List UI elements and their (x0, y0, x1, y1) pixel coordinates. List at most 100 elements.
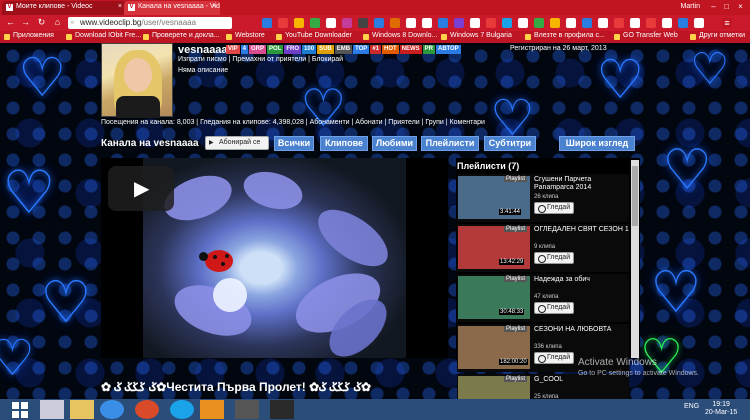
extension-icon[interactable] (566, 18, 576, 28)
extension-icon[interactable] (646, 18, 656, 28)
extension-icon[interactable] (310, 18, 320, 28)
playlist-clip-count: 336 клипа (534, 344, 562, 350)
channel-stats[interactable]: Посещения на канала: 8,003 | Гледания на… (101, 119, 485, 126)
extension-icon[interactable] (694, 18, 704, 28)
scroll-thumb[interactable] (632, 166, 638, 226)
bookmark-item[interactable]: GO Transfer Web (614, 32, 678, 40)
extension-icon[interactable] (486, 18, 496, 28)
extension-icon[interactable] (422, 18, 432, 28)
reload-icon[interactable]: ↻ (36, 17, 47, 28)
clock[interactable]: 19:19 20-Mar-15 (705, 401, 737, 417)
channel-avatar[interactable] (101, 43, 173, 118)
close-tab-icon[interactable]: × (212, 3, 216, 10)
home-icon[interactable]: ⌂ (52, 17, 63, 28)
watch-button[interactable]: Гледай (534, 352, 574, 364)
playlist-name[interactable]: Надежда за обич (534, 276, 629, 284)
bookmark-other[interactable]: Други отметки (690, 32, 745, 40)
extension-icon[interactable] (342, 18, 352, 28)
bookmark-apps[interactable]: Приложения (4, 32, 54, 40)
extension-icon[interactable] (502, 18, 512, 28)
heart-decoration-icon: ♡ (690, 44, 730, 95)
opera-icon[interactable] (135, 400, 159, 419)
bookmark-item[interactable]: Windows 7 Bulgaria (441, 32, 512, 40)
playlist-name[interactable]: Сгушени Парчета Panamparca 2014 (534, 176, 629, 192)
extension-icon[interactable] (278, 18, 288, 28)
extension-icon[interactable] (326, 18, 336, 28)
extension-icon[interactable] (262, 18, 272, 28)
folder-icon[interactable] (70, 400, 94, 419)
extension-icon[interactable] (534, 18, 544, 28)
extension-icon[interactable] (582, 18, 592, 28)
playlist-clip-count: 9 клипа (534, 244, 556, 250)
extension-icon[interactable] (550, 18, 560, 28)
playlist-name[interactable]: СЕЗОНИ НА ЛЮБОВТА (534, 326, 629, 334)
bookmark-item[interactable]: Webstore (226, 32, 265, 40)
close-window-icon[interactable]: × (733, 0, 748, 13)
flower-petal (239, 165, 307, 216)
tab-subtitles[interactable]: Субтитри (484, 136, 536, 151)
extension-icon[interactable] (438, 18, 448, 28)
extension-icon[interactable] (614, 18, 624, 28)
watch-button[interactable]: Гледай (534, 302, 574, 314)
maximize-icon[interactable]: □ (719, 0, 734, 13)
bookmark-item[interactable]: Windows 8 Downlo... (363, 32, 437, 40)
address-bar[interactable]: ▫ www.videoclip.bg/user/vesnaaaa (68, 17, 232, 29)
app-icon[interactable] (235, 400, 259, 419)
start-button[interactable] (8, 400, 32, 419)
playlist-scrollbar[interactable] (631, 160, 639, 358)
extension-icon[interactable] (454, 18, 464, 28)
extension-icon[interactable] (598, 18, 608, 28)
profile-actions[interactable]: Изпрати писмо | Премахни от приятели | Б… (178, 56, 343, 63)
bookmark-item[interactable]: YouTube Downloader (276, 32, 352, 40)
subscribe-button[interactable]: Абонирай се (205, 136, 269, 150)
wide-view-button[interactable]: Широк изглед (559, 136, 635, 151)
playlist-name[interactable]: ОГЛЕДАЛЕН СВЯТ СЕЗОН 1 (534, 226, 629, 234)
tab-favorites[interactable]: Любими (372, 136, 417, 151)
taskbar: ENG 19:19 20-Mar-15 (0, 399, 750, 420)
forward-icon[interactable]: → (20, 17, 31, 28)
bookmark-item[interactable]: Download IObit Fre... (66, 32, 141, 40)
extension-icon[interactable] (678, 18, 688, 28)
user-badge: GRP (249, 45, 267, 54)
user-badge: EMB (334, 45, 353, 54)
extension-icon[interactable] (294, 18, 304, 28)
tab-my-clips[interactable]: V Моите клипове - Videoc × (2, 1, 126, 15)
playlist-item[interactable]: Playlist 13:42:29 ОГЛЕДАЛЕН СВЯТ СЕЗОН 1 9 … (457, 224, 629, 272)
tab-clips[interactable]: Клипове (320, 136, 368, 151)
tab-channel[interactable]: V Канала на vesnaaaa - Vid × (124, 1, 220, 15)
ladybug (199, 250, 233, 272)
channel-username[interactable]: vesnaaaa (178, 44, 228, 56)
heart-decoration-icon: ♡ (40, 268, 92, 336)
playlist-item[interactable]: Playlist 30:48:33 Надежда за обич 47 клипа Г… (457, 274, 629, 322)
watch-button[interactable]: Гледай (534, 252, 574, 264)
skype-icon[interactable] (170, 400, 194, 419)
play-button[interactable]: ▶ (108, 166, 174, 211)
playlist-tag: Playlist (504, 326, 528, 332)
extension-icon[interactable] (518, 18, 528, 28)
extension-icon[interactable] (470, 18, 480, 28)
tab-all[interactable]: Всички (274, 136, 314, 151)
playlist-item[interactable]: Playlist 3:41:44 Сгушени Парчета Panamparc… (457, 174, 629, 222)
extension-icon[interactable] (374, 18, 384, 28)
media-icon[interactable] (200, 400, 224, 419)
bookmark-item[interactable]: Проверете и докла... (143, 32, 220, 40)
extension-icon[interactable] (406, 18, 416, 28)
extension-icon[interactable] (630, 18, 640, 28)
bookmark-item[interactable]: Влезте в профила с... (525, 32, 605, 40)
extension-icon[interactable] (358, 18, 368, 28)
profile-name[interactable]: Martin (681, 3, 700, 10)
back-icon[interactable]: ← (5, 17, 16, 28)
extension-icon[interactable] (662, 18, 672, 28)
video-frame[interactable] (143, 158, 406, 358)
close-tab-icon[interactable]: × (118, 3, 122, 10)
language-indicator[interactable]: ENG (684, 403, 699, 410)
tab-playlists[interactable]: Плейлисти (421, 136, 479, 151)
watch-button[interactable]: Гледай (534, 202, 574, 214)
ie-icon[interactable] (40, 400, 64, 419)
site-favicon-icon: V (6, 4, 13, 11)
menu-icon[interactable]: ≡ (722, 18, 732, 28)
chrome-icon[interactable] (100, 400, 124, 419)
extension-icon[interactable] (390, 18, 400, 28)
app-icon[interactable] (270, 400, 294, 419)
playlist-name[interactable]: G_COOL (534, 376, 629, 384)
